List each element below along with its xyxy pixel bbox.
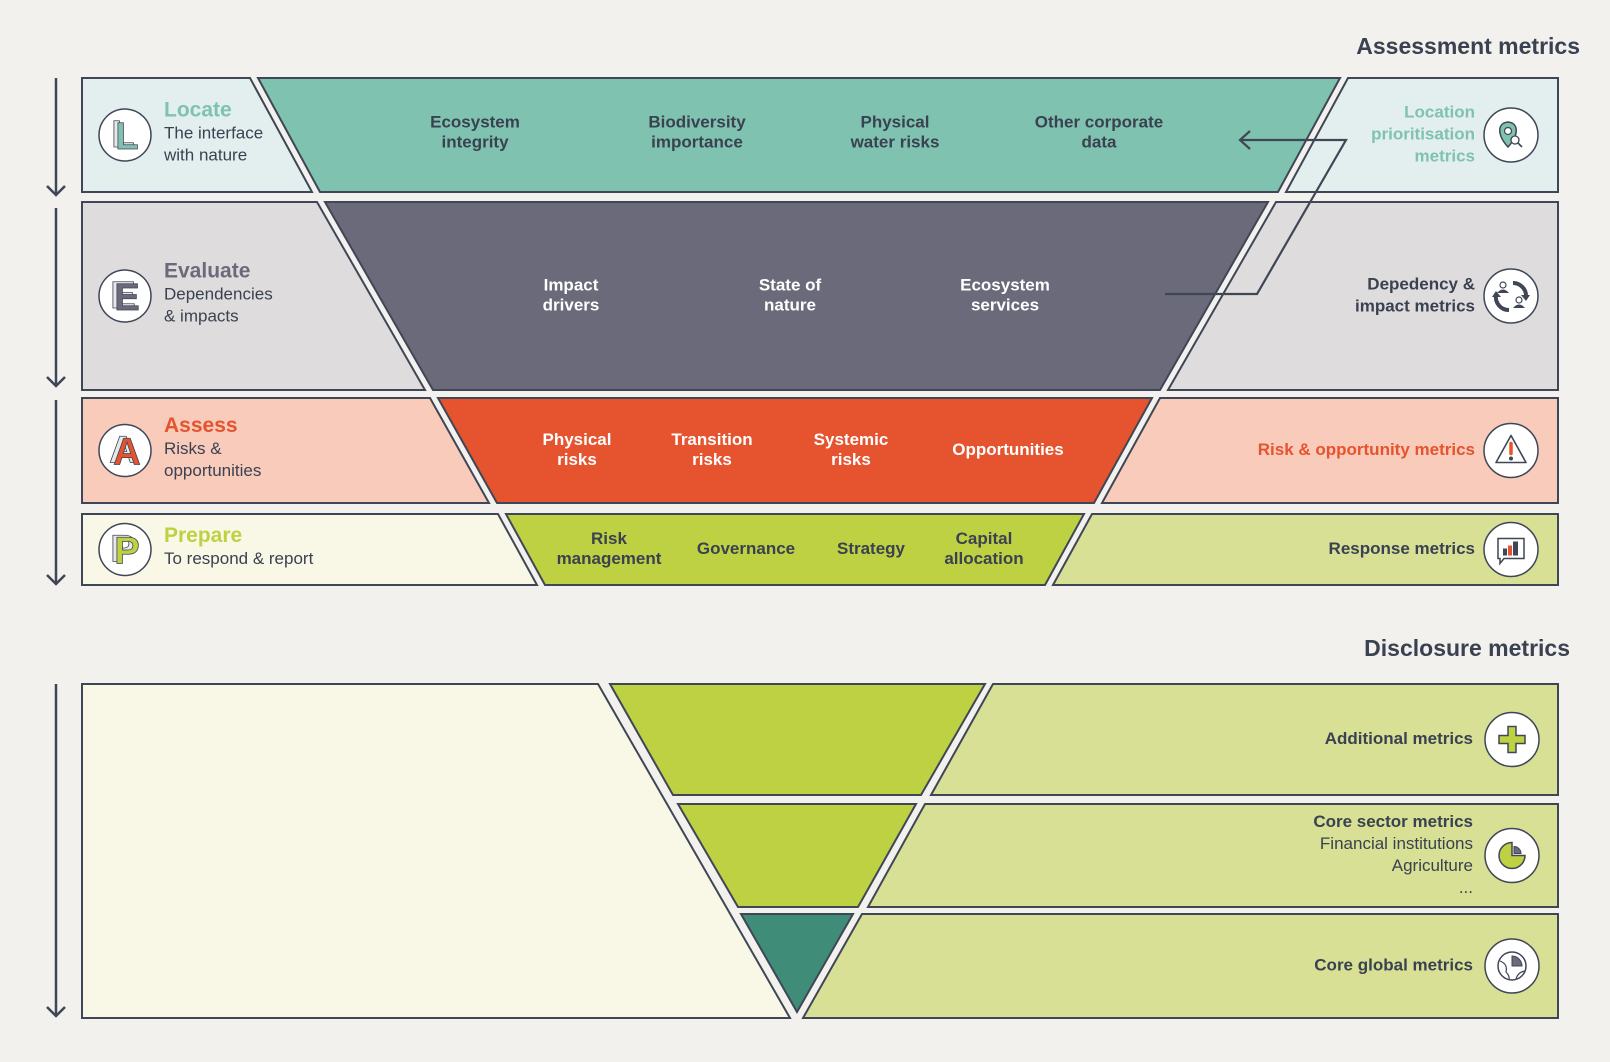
letter-p-icon: PP <box>98 522 152 577</box>
funnel-band-locate <box>256 77 1342 193</box>
funnel-item-assess-line: Transition <box>671 430 752 449</box>
disclosure-label-core-global: Core global metrics <box>1314 955 1473 974</box>
funnel-item-prepare-line: Risk <box>591 529 627 548</box>
svg-text:P: P <box>114 531 139 573</box>
funnel-item-assess-line: Systemic <box>814 430 889 449</box>
funnel-item-assess-line: risks <box>557 450 597 469</box>
disclosure-metrics-title: Disclosure metrics <box>1364 635 1570 661</box>
funnel-item-assess: Opportunities <box>952 440 1063 459</box>
funnel-item-prepare: Governance <box>697 539 795 558</box>
metric-label-prepare: Response metrics <box>1329 539 1475 558</box>
assessment-metrics-title: Assessment metrics <box>1356 33 1580 59</box>
metric-label-assess-line: Risk & opportunity metrics <box>1258 440 1475 459</box>
phase-subtitle-assess: Risks & <box>164 439 222 458</box>
funnel-item-locate-line: importance <box>651 132 743 151</box>
warning-icon <box>1483 422 1539 479</box>
phase-subtitle-evaluate: Dependencies <box>164 284 273 303</box>
metric-label-prepare-line: Response metrics <box>1329 539 1475 558</box>
dependency-cycle-icon <box>1483 268 1539 324</box>
disclosure-label-line: Core global metrics <box>1314 955 1473 974</box>
right-panel-prepare <box>1051 513 1559 586</box>
funnel-item-evaluate: Ecosystemservices <box>960 275 1050 314</box>
funnel-item-prepare: Capitalallocation <box>944 529 1023 568</box>
phase-title-evaluate: Evaluate <box>164 260 250 283</box>
funnel-item-locate-line: Ecosystem <box>430 112 520 131</box>
svg-text:L: L <box>115 116 138 158</box>
funnel-item-evaluate-line: drivers <box>543 295 600 314</box>
funnel-item-evaluate: Impactdrivers <box>543 275 600 314</box>
assessment-row-evaluate: EE EvaluateDependencies & impacts Impactdri… <box>81 201 1559 391</box>
phase-subtitle-evaluate: & impacts <box>164 306 239 325</box>
bar-chart-icon <box>1483 521 1539 578</box>
funnel-item-locate: Biodiversityimportance <box>648 112 746 151</box>
disclosure-funnel-additional <box>608 683 987 796</box>
funnel-item-prepare-line: Strategy <box>837 539 906 558</box>
funnel-item-locate-line: water risks <box>850 132 940 151</box>
funnel-item-assess-line: Opportunities <box>952 440 1063 459</box>
funnel-item-assess-line: Physical <box>543 430 612 449</box>
funnel-item-locate-line: Biodiversity <box>648 112 746 131</box>
disclosure-label-additional: Additional metrics <box>1325 729 1473 748</box>
phase-subtitle-locate: The interface <box>164 123 263 142</box>
letter-l-icon: LL <box>98 108 152 162</box>
disclosure-row-additional: Additional metrics <box>608 683 1559 796</box>
funnel-item-assess-line: risks <box>692 450 732 469</box>
letter-e-icon: EE <box>98 269 152 323</box>
disclosure-label-line: Core sector metrics <box>1313 812 1473 831</box>
disclosure-label-line: Additional metrics <box>1325 729 1473 748</box>
assessment-row-prepare: PP Prepare To respond & report Riskmanageme… <box>81 513 1559 586</box>
metric-label-locate-line: metrics <box>1415 146 1475 165</box>
metric-label-locate-line: Location <box>1404 102 1475 121</box>
funnel-item-evaluate: State ofnature <box>759 275 822 314</box>
funnel-item-assess-line: risks <box>831 450 871 469</box>
funnel-item-locate: Physicalwater risks <box>850 112 940 151</box>
svg-text:E: E <box>114 277 139 319</box>
metric-label-assess: Risk & opportunity metrics <box>1258 440 1475 459</box>
funnel-item-evaluate-line: nature <box>764 295 816 314</box>
disclosure-row-core-global: Core global metrics <box>739 913 1559 1019</box>
disclosure-label-line: Agriculture <box>1392 856 1473 875</box>
funnel-item-prepare-line: allocation <box>944 549 1023 568</box>
funnel-item-evaluate-line: State of <box>759 275 822 294</box>
funnel-item-evaluate-line: Impact <box>544 275 599 294</box>
funnel-item-prepare-line: Governance <box>697 539 795 558</box>
phase-subtitle-assess: opportunities <box>164 461 261 480</box>
location-search-icon <box>1483 107 1539 163</box>
letter-a-icon: AA <box>98 423 152 478</box>
metric-label-locate-line: prioritisation <box>1371 124 1475 143</box>
pie-icon <box>1484 827 1540 884</box>
globe-icon <box>1484 938 1540 994</box>
leap-diagram: Assessment metrics Disclosure metrics LL… <box>0 0 1610 1062</box>
phase-title-assess: Assess <box>164 414 238 437</box>
funnel-item-locate-line: integrity <box>441 132 509 151</box>
funnel-item-locate-line: data <box>1082 132 1118 151</box>
assessment-row-assess: AAAssessRisks &opportunitiesPhysicalrisk… <box>81 397 1559 504</box>
disclosure-row-core-sector: Core sector metrics Financial institution… <box>676 803 1559 908</box>
phase-title-prepare: Prepare <box>164 524 242 547</box>
disclosure-section: Additional metrics Core sector metrics Fin… <box>81 683 1559 1019</box>
svg-text:A: A <box>113 432 140 474</box>
funnel-item-evaluate-line: Ecosystem <box>960 275 1050 294</box>
funnel-item-locate-line: Physical <box>861 112 930 131</box>
phase-subtitle-prepare: To respond & report <box>164 549 314 568</box>
metric-label-evaluate-line: Depedency & <box>1367 274 1475 293</box>
disclosure-label-line: Financial institutions <box>1320 834 1473 853</box>
funnel-item-evaluate-line: services <box>971 295 1039 314</box>
metric-label-evaluate-line: impact metrics <box>1355 296 1475 315</box>
disclosure-label-line: ... <box>1459 878 1473 897</box>
funnel-item-locate-line: Other corporate <box>1035 112 1163 131</box>
phase-subtitle-locate: with nature <box>163 145 247 164</box>
funnel-item-prepare: Strategy <box>837 539 906 558</box>
plus-icon <box>1484 711 1540 768</box>
funnel-item-prepare-line: Capital <box>956 529 1013 548</box>
funnel-item-prepare-line: management <box>557 549 662 568</box>
funnel-item-locate: Ecosystemintegrity <box>430 112 520 151</box>
phase-title-locate: Locate <box>164 99 232 122</box>
